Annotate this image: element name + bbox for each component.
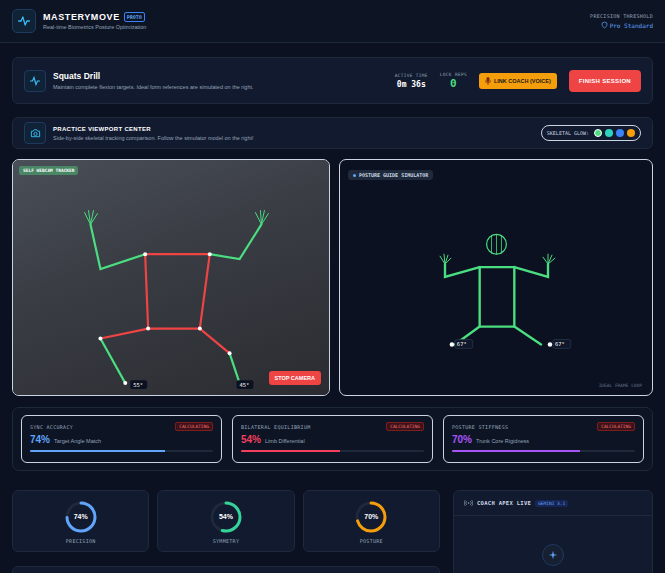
score-card: 70% POSTURE <box>303 490 440 552</box>
stat-label: ACTIVE TIME <box>395 73 428 78</box>
precision-threshold[interactable]: PRECISION THRESHOLD Pro Standard <box>590 13 653 29</box>
score-ring: 70% <box>353 499 389 535</box>
metric-caption: Trunk Core Rigidness <box>476 438 529 444</box>
glow-color-swatch[interactable] <box>605 129 613 137</box>
drill-title: Squats Drill <box>53 71 254 81</box>
metrics-row: SYNC ACCURACY CALCULATING 74% Target Ang… <box>12 407 653 471</box>
score-value: 74% <box>63 499 99 535</box>
microphone-icon <box>485 77 491 85</box>
threshold-label: PRECISION THRESHOLD <box>590 13 653 19</box>
tracked-skeleton: 55° 45° <box>13 160 329 395</box>
score-value: 70% <box>353 499 389 535</box>
insight-card <box>12 566 440 573</box>
stat-label: LOCK REPS <box>440 72 467 77</box>
version-badge: PROTO <box>124 12 145 22</box>
metric-caption: Target Angle Match <box>54 438 101 444</box>
viewport-subtitle: Side-by-side skeletal tracking compariso… <box>53 135 254 141</box>
coach-title: COACH APEX LIVE <box>477 500 531 506</box>
joint-angle-label: 45° <box>240 382 250 388</box>
glow-color-swatch[interactable] <box>627 129 635 137</box>
viewport-header: PRACTICE VIEWPORT CENTER Side-by-side sk… <box>12 117 653 149</box>
metric-card: SYNC ACCURACY CALCULATING 74% Target Ang… <box>21 415 222 463</box>
metric-status: CALCULATING <box>386 422 424 431</box>
finish-session-button[interactable]: FINISH SESSION <box>569 70 641 92</box>
stat: LOCK REPS 0 <box>440 72 467 90</box>
camera-icon <box>24 122 46 144</box>
score-ring: 74% <box>63 499 99 535</box>
simulator-label: POSTURE GUIDE SIMULATOR <box>348 170 433 180</box>
score-card: 74% PRECISION <box>12 490 149 552</box>
viewport-panels: 55° 45° SELF WEBCAM TRACKER STOP CAMERA P… <box>12 159 653 396</box>
top-bar: MASTERYMOVE PROTO Real-time Biometrics P… <box>0 0 665 43</box>
metric-status: CALCULATING <box>597 422 635 431</box>
webcam-video <box>13 160 329 395</box>
metric-value: 54% <box>241 434 261 445</box>
simulator-footer: IDEAL FRAME LOOP <box>599 383 642 388</box>
app-subtitle: Real-time Biometrics Posture Optimizatio… <box>43 24 146 30</box>
metric-bar <box>30 450 213 452</box>
guide-skeleton: 67° 67° <box>340 160 652 395</box>
broadcast-icon <box>464 499 473 507</box>
skeletal-glow-picker: SKELETAL GLOW: <box>541 125 641 141</box>
metric-value: 70% <box>452 434 472 445</box>
metric-label: POSTURE STIFFNESS <box>452 424 508 430</box>
link-coach-button[interactable]: LINK COACH (VOICE) <box>479 73 557 89</box>
metric-value: 74% <box>30 434 50 445</box>
metric-label: SYNC ACCURACY <box>30 424 73 430</box>
model-badge: GEMINI 3.1 <box>535 500 568 507</box>
sparkle-icon <box>542 544 564 566</box>
score-ring: 54% <box>208 499 244 535</box>
glow-color-swatch[interactable] <box>594 129 602 137</box>
stop-camera-button[interactable]: STOP CAMERA <box>269 371 321 385</box>
ideal-angle-label: 67° <box>457 341 467 347</box>
coach-panel: COACH APEX LIVE GEMINI 3.1 <box>453 490 653 573</box>
score-label: SYMMETRY <box>213 538 239 544</box>
score-label: POSTURE <box>360 538 383 544</box>
stat-value: 0 <box>440 77 467 90</box>
metric-card: POSTURE STIFFNESS CALCULATING 70% Trunk … <box>443 415 644 463</box>
activity-icon <box>24 70 46 92</box>
shield-icon <box>601 21 608 29</box>
app-page: MASTERYMOVE PROTO Real-time Biometrics P… <box>0 0 665 573</box>
webcam-label: SELF WEBCAM TRACKER <box>19 166 78 175</box>
score-value: 54% <box>208 499 244 535</box>
glow-color-swatch[interactable] <box>616 129 624 137</box>
stat: ACTIVE TIME 0m 36s <box>395 73 428 89</box>
webcam-panel: 55° 45° SELF WEBCAM TRACKER STOP CAMERA <box>12 159 330 396</box>
brand: MASTERYMOVE PROTO Real-time Biometrics P… <box>12 9 146 33</box>
ideal-angle-label: 67° <box>555 341 565 347</box>
drill-subtitle: Maintain complete flexion targets. Ideal… <box>53 84 254 90</box>
metric-caption: Limb Differential <box>265 438 305 444</box>
threshold-value: Pro Standard <box>590 21 653 29</box>
score-card: 54% SYMMETRY <box>157 490 294 552</box>
joint-angle-label: 55° <box>133 382 143 388</box>
metric-bar <box>452 450 635 452</box>
bottom-row: 74% PRECISION 54% SYMMETRY 70% POSTURE C… <box>12 490 653 573</box>
metric-bar <box>241 450 424 452</box>
stat-value: 0m 36s <box>395 80 428 89</box>
drill-card: Squats Drill Maintain complete flexion t… <box>12 57 653 104</box>
app-title: MASTERYMOVE <box>43 12 120 22</box>
metric-card: BILATERAL EQUILIBRIUM CALCULATING 54% Li… <box>232 415 433 463</box>
simulator-panel: POSTURE GUIDE SIMULATOR 67° 67° IDEAL FRA… <box>339 159 653 396</box>
glow-label: SKELETAL GLOW: <box>547 130 589 136</box>
pulse-icon <box>12 9 36 33</box>
metric-label: BILATERAL EQUILIBRIUM <box>241 424 311 430</box>
metric-status: CALCULATING <box>175 422 213 431</box>
viewport-title: PRACTICE VIEWPORT CENTER <box>53 126 254 132</box>
score-label: PRECISION <box>66 538 96 544</box>
